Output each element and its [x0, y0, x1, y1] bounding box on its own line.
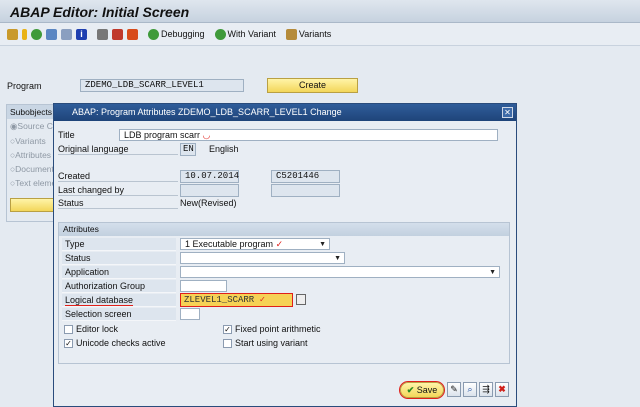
selection-screen-label: Selection screen — [62, 308, 176, 321]
with-variant-button[interactable]: With Variant — [214, 28, 276, 40]
last-changed-label: Last changed by — [58, 185, 178, 196]
window-title: ABAP Editor: Initial Screen — [10, 4, 190, 20]
cancel-icon[interactable]: ✖ — [495, 382, 509, 397]
start-variant-checkbox[interactable]: Start using variant — [223, 338, 308, 348]
last-changed-date — [180, 184, 239, 197]
edit-pencil-icon[interactable]: ✎ — [447, 382, 461, 397]
last-changed-by — [271, 184, 340, 197]
application-toolbar: i Debugging With Variant Variants — [0, 23, 640, 46]
original-language-name: English — [209, 144, 239, 154]
search-icon[interactable]: ⌕ — [463, 382, 477, 397]
status-value: New(Revised) — [180, 198, 237, 208]
display-button[interactable] — [10, 198, 56, 212]
where-used-icon[interactable] — [46, 28, 57, 40]
hierarchy-icon[interactable]: ⇶ — [479, 382, 493, 397]
debugging-button[interactable]: Debugging — [148, 28, 205, 40]
value-help-icon[interactable] — [296, 294, 306, 305]
attributes-title: Attributes — [59, 223, 509, 236]
program-label: Program — [7, 81, 42, 91]
application-dropdown[interactable] — [180, 266, 500, 278]
variants-button[interactable]: Variants — [285, 28, 331, 40]
created-label: Created — [58, 171, 178, 182]
logical-database-label: Logical database — [62, 294, 176, 307]
attr-status-label: Status — [62, 252, 176, 265]
save-button[interactable]: ✔ Save — [399, 381, 445, 399]
active-inactive-icon[interactable] — [22, 28, 27, 40]
program-attributes-dialog: ABAP: Program Attributes ZDEMO_LDB_SCARR… — [53, 103, 517, 407]
display-object-list-icon[interactable] — [61, 28, 72, 40]
auth-group-label: Authorization Group — [62, 280, 176, 293]
status-dropdown[interactable] — [180, 252, 345, 264]
delete-icon[interactable] — [97, 28, 108, 40]
created-by: C5201446 — [271, 170, 340, 183]
selection-screen-input[interactable] — [180, 308, 200, 320]
status-label: Status — [58, 198, 178, 209]
execute-variant-icon — [214, 28, 226, 40]
original-language-label: Original language — [58, 144, 178, 155]
debug-icon — [148, 28, 159, 40]
rename-icon[interactable] — [127, 28, 138, 40]
dialog-header: ABAP: Program Attributes ZDEMO_LDB_SCARR… — [54, 104, 516, 121]
execute-icon[interactable] — [31, 28, 42, 40]
close-icon[interactable]: ✕ — [502, 107, 513, 118]
title-label: Title — [58, 130, 75, 140]
auth-group-input[interactable] — [180, 280, 227, 292]
copy-icon[interactable] — [112, 28, 123, 40]
attributes-group: Attributes Type 1 Executable program ✓ S… — [58, 222, 510, 364]
title-bar: ABAP Editor: Initial Screen — [0, 0, 640, 23]
type-label: Type — [62, 238, 176, 251]
type-dropdown[interactable]: 1 Executable program ✓ — [180, 238, 330, 250]
created-date: 10.07.2014 — [180, 170, 239, 183]
fixed-point-checkbox[interactable]: ✓ Fixed point arithmetic — [223, 324, 321, 334]
create-button[interactable]: Create — [267, 78, 358, 93]
title-input[interactable]: LDB program scarr ◡ — [119, 129, 498, 141]
application-label: Application — [62, 266, 176, 279]
variants-icon — [285, 28, 297, 40]
check-icon: ✔ — [406, 385, 415, 395]
original-language-code: EN — [180, 143, 196, 156]
other-object-icon[interactable] — [7, 28, 18, 40]
unicode-checkbox[interactable]: ✓ Unicode checks active — [64, 338, 166, 348]
program-input[interactable]: ZDEMO_LDB_SCARR_LEVEL1 — [80, 79, 244, 92]
info-icon[interactable]: i — [76, 28, 87, 40]
logical-database-input[interactable]: ZLEVEL1_SCARR ✓ — [180, 293, 293, 307]
editor-lock-checkbox[interactable]: Editor lock — [64, 324, 118, 334]
